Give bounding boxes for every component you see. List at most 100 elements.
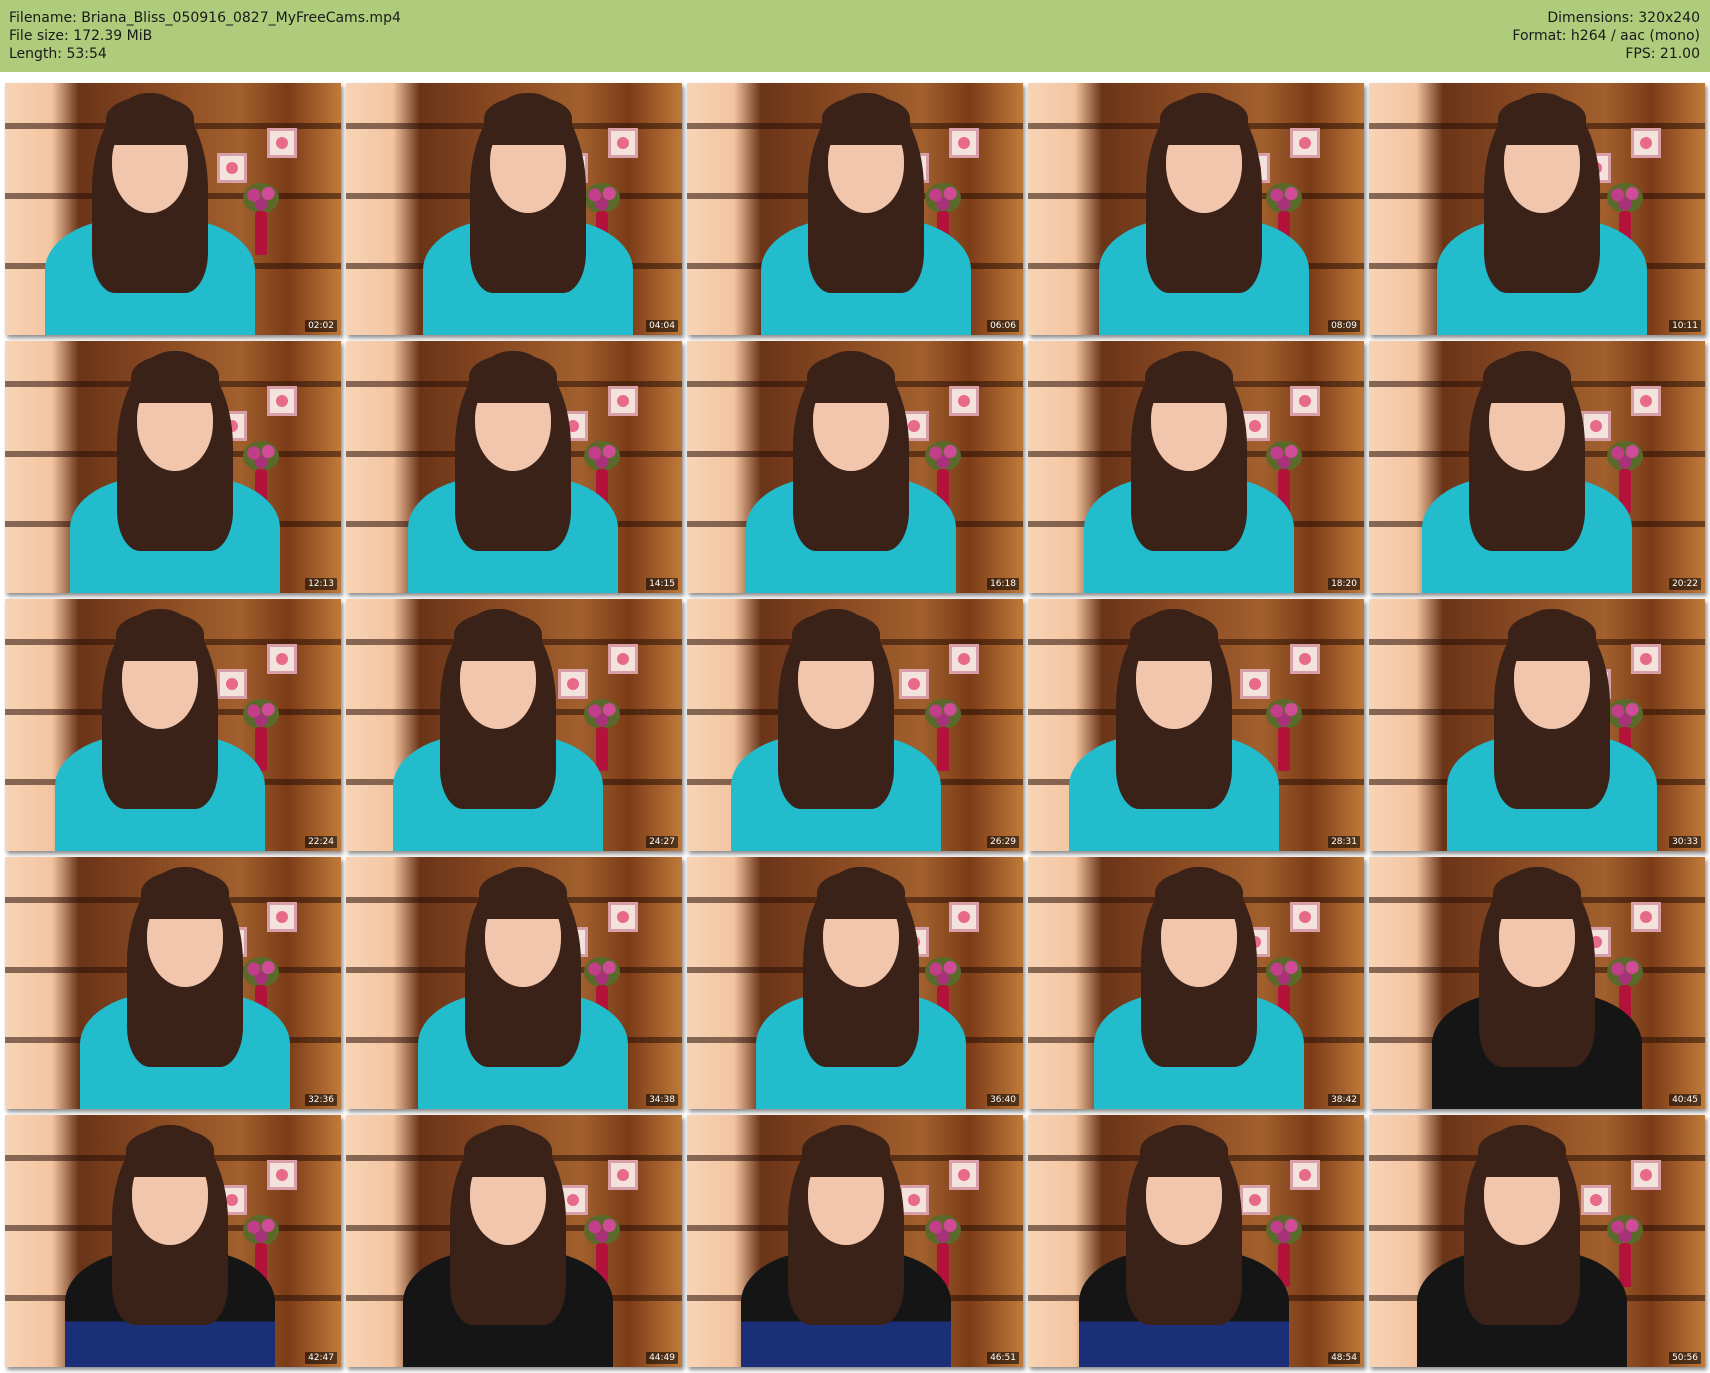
timestamp-label: 38:42 — [1328, 1094, 1360, 1106]
video-thumbnail[interactable]: 28:31 — [1028, 599, 1364, 851]
vase — [937, 727, 949, 771]
bangs — [802, 1129, 890, 1177]
bangs — [131, 355, 219, 403]
picture-frame — [1631, 902, 1661, 932]
video-thumbnail[interactable]: 44:49 — [346, 1115, 682, 1367]
flowers — [243, 699, 279, 729]
bangs — [817, 871, 905, 919]
format-label: Format: h264 / aac (mono) — [1512, 28, 1700, 44]
vase — [255, 211, 267, 255]
dimensions-label: Dimensions: 320x240 — [1547, 10, 1700, 26]
picture-frame — [1290, 1160, 1320, 1190]
bangs — [1478, 1129, 1566, 1177]
timestamp-label: 14:15 — [646, 578, 678, 590]
flowers — [925, 183, 961, 213]
video-thumbnail[interactable]: 26:29 — [687, 599, 1023, 851]
flowers — [584, 441, 620, 471]
timestamp-label: 32:36 — [305, 1094, 337, 1106]
video-thumbnail[interactable]: 30:33 — [1369, 599, 1705, 851]
header-right: Dimensions: 320x240 Format: h264 / aac (… — [1512, 9, 1700, 63]
picture-frame — [1581, 411, 1611, 441]
flowers — [1266, 1215, 1302, 1245]
picture-frame — [949, 128, 979, 158]
picture-frame — [949, 644, 979, 674]
length-label: Length: 53:54 — [9, 46, 107, 62]
flowers — [1266, 441, 1302, 471]
video-thumbnail[interactable]: 50:56 — [1369, 1115, 1705, 1367]
timestamp-label: 08:09 — [1328, 320, 1360, 332]
flowers — [243, 441, 279, 471]
picture-frame — [267, 128, 297, 158]
video-thumbnail[interactable]: 12:13 — [5, 341, 341, 593]
flowers — [1266, 699, 1302, 729]
vase — [1278, 727, 1290, 771]
video-thumbnail[interactable]: 16:18 — [687, 341, 1023, 593]
bangs — [469, 355, 557, 403]
video-thumbnail[interactable]: 24:27 — [346, 599, 682, 851]
video-thumbnail[interactable]: 38:42 — [1028, 857, 1364, 1109]
bangs — [464, 1129, 552, 1177]
picture-frame — [1290, 386, 1320, 416]
picture-frame — [1631, 644, 1661, 674]
picture-frame — [267, 1160, 297, 1190]
timestamp-label: 02:02 — [305, 320, 337, 332]
picture-frame — [1240, 1185, 1270, 1215]
video-thumbnail[interactable]: 48:54 — [1028, 1115, 1364, 1367]
bangs — [1483, 355, 1571, 403]
flowers — [584, 183, 620, 213]
flowers — [925, 699, 961, 729]
video-thumbnail[interactable]: 02:02 — [5, 83, 341, 335]
video-thumbnail[interactable]: 18:20 — [1028, 341, 1364, 593]
bangs — [484, 97, 572, 145]
picture-frame — [899, 669, 929, 699]
flowers — [1607, 441, 1643, 471]
timestamp-label: 48:54 — [1328, 1352, 1360, 1364]
bangs — [1498, 97, 1586, 145]
picture-frame — [1290, 902, 1320, 932]
picture-frame — [1290, 128, 1320, 158]
picture-frame — [267, 386, 297, 416]
timestamp-label: 40:45 — [1669, 1094, 1701, 1106]
video-thumbnail[interactable]: 42:47 — [5, 1115, 341, 1367]
flowers — [1607, 699, 1643, 729]
bangs — [1140, 1129, 1228, 1177]
video-thumbnail[interactable]: 36:40 — [687, 857, 1023, 1109]
picture-frame — [267, 902, 297, 932]
video-thumbnail[interactable]: 04:04 — [346, 83, 682, 335]
video-thumbnail[interactable]: 14:15 — [346, 341, 682, 593]
timestamp-label: 04:04 — [646, 320, 678, 332]
flowers — [584, 699, 620, 729]
timestamp-label: 06:06 — [987, 320, 1019, 332]
picture-frame — [217, 153, 247, 183]
fps-label: FPS: 21.00 — [1625, 46, 1700, 62]
video-thumbnail[interactable]: 40:45 — [1369, 857, 1705, 1109]
timestamp-label: 20:22 — [1669, 578, 1701, 590]
timestamp-label: 12:13 — [305, 578, 337, 590]
picture-frame — [949, 902, 979, 932]
picture-frame — [1631, 1160, 1661, 1190]
video-thumbnail[interactable]: 10:11 — [1369, 83, 1705, 335]
timestamp-label: 36:40 — [987, 1094, 1019, 1106]
video-thumbnail[interactable]: 22:24 — [5, 599, 341, 851]
timestamp-label: 34:38 — [646, 1094, 678, 1106]
video-thumbnail[interactable]: 08:09 — [1028, 83, 1364, 335]
bangs — [1130, 613, 1218, 661]
video-thumbnail[interactable]: 32:36 — [5, 857, 341, 1109]
bangs — [807, 355, 895, 403]
video-thumbnail[interactable]: 20:22 — [1369, 341, 1705, 593]
video-thumbnail[interactable]: 34:38 — [346, 857, 682, 1109]
flowers — [1607, 1215, 1643, 1245]
bangs — [1508, 613, 1596, 661]
video-thumbnail[interactable]: 06:06 — [687, 83, 1023, 335]
flowers — [1607, 957, 1643, 987]
flowers — [584, 1215, 620, 1245]
flowers — [925, 441, 961, 471]
picture-frame — [1631, 128, 1661, 158]
bangs — [479, 871, 567, 919]
picture-frame — [1631, 386, 1661, 416]
bangs — [126, 1129, 214, 1177]
vase — [596, 727, 608, 771]
bangs — [141, 871, 229, 919]
picture-frame — [1290, 644, 1320, 674]
video-thumbnail[interactable]: 46:51 — [687, 1115, 1023, 1367]
